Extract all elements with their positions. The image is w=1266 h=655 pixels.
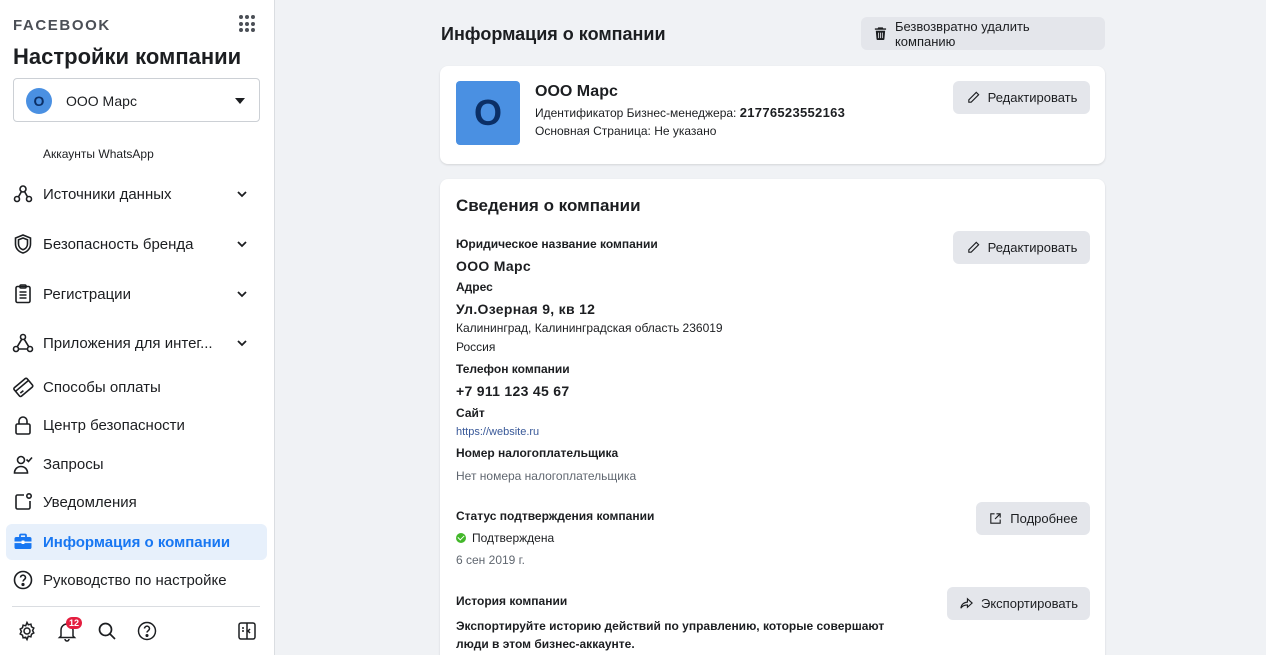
- tax-number-value: Нет номера налогоплательщика: [456, 469, 637, 483]
- edit-label: Редактировать: [987, 240, 1078, 255]
- edit-label: Редактировать: [987, 90, 1078, 105]
- legal-name-label: Юридическое название компании: [456, 237, 658, 251]
- address-line-2: Калининград, Калининградская область 236…: [456, 321, 723, 335]
- facebook-brand: FACEBOOK: [13, 17, 111, 34]
- caret-down-icon: [235, 98, 245, 104]
- details-title: Сведения о компании: [456, 196, 641, 215]
- sidebar-item-label: Информация о компании: [43, 534, 231, 551]
- sidebar-item-label: Способы оплаты: [43, 379, 161, 396]
- sidebar-bottom-bar: [0, 612, 275, 652]
- bm-id-value: 21776523552163: [739, 105, 846, 120]
- phone-label: Телефон компании: [456, 362, 570, 376]
- company-history-text-2: люди в этом бизнес-аккаунте.: [456, 637, 635, 651]
- sidebar-item-setup-guide[interactable]: Руководство по настройке: [6, 562, 267, 598]
- briefcase-icon: [14, 533, 32, 549]
- primary-page: Основная Страница: Не указано: [535, 124, 717, 138]
- page-title: Информация о компании: [441, 24, 666, 44]
- app-grid-icon[interactable]: [239, 15, 257, 33]
- edit-details-button[interactable]: Редактировать: [953, 231, 1090, 264]
- sidebar-item-label: Уведомления: [43, 494, 137, 511]
- company-logo: О: [456, 81, 520, 145]
- credit-card-icon: [13, 377, 34, 398]
- chevron-down-icon: [237, 340, 247, 347]
- sidebar-item-brand-safety[interactable]: Безопасность бренда: [6, 226, 267, 262]
- export-history-button[interactable]: Экспортировать: [947, 587, 1090, 620]
- business-manager-id: Идентификатор Бизнес-менеджера: 21776523…: [535, 105, 845, 120]
- account-avatar: О: [26, 88, 52, 114]
- trash-icon: [874, 27, 887, 41]
- notifications-badge: 12: [66, 617, 83, 629]
- clipboard-icon: [15, 284, 31, 304]
- business-account-select[interactable]: О ООО Марс: [13, 78, 260, 122]
- export-label: Экспортировать: [981, 596, 1078, 611]
- sidebar-item-payment-methods[interactable]: Способы оплаты: [6, 369, 267, 405]
- verification-status-text: Подтверждена: [472, 531, 555, 545]
- sidebar-item-label: Источники данных: [43, 186, 172, 203]
- sidebar-item-label: Безопасность бренда: [43, 236, 194, 253]
- search-icon[interactable]: [96, 620, 118, 642]
- delete-company-button[interactable]: Безвозвратно удалить компанию: [861, 17, 1105, 50]
- external-link-icon: [990, 513, 1002, 524]
- shield-icon: [14, 234, 32, 254]
- company-history-text-1: Экспортируйте историю действий по управл…: [456, 619, 885, 633]
- sidebar-item-label: Регистрации: [43, 286, 131, 303]
- company-history-label: История компании: [456, 594, 568, 608]
- verification-status: Подтверждена: [456, 531, 554, 545]
- collapse-panel-icon[interactable]: [236, 620, 258, 642]
- sidebar: FACEBOOK Настройки компании О ООО Марс А…: [0, 0, 275, 655]
- pencil-icon: [967, 91, 980, 103]
- company-name: ООО Марс: [535, 83, 618, 100]
- sidebar-item-data-sources[interactable]: Источники данных: [6, 176, 267, 212]
- sidebar-title: Настройки компании: [13, 44, 242, 69]
- question-circle-icon: [13, 570, 33, 590]
- sidebar-item-company-info[interactable]: Информация о компании: [6, 524, 267, 560]
- edit-company-button[interactable]: Редактировать: [953, 81, 1090, 114]
- sidebar-item-label: Руководство по настройке: [43, 572, 227, 589]
- tax-number-label: Номер налогоплательщика: [456, 446, 619, 460]
- help-icon[interactable]: [136, 620, 158, 642]
- address-label: Адрес: [456, 280, 493, 294]
- sidebar-item-requests[interactable]: Запросы: [6, 446, 267, 482]
- more-info-label: Подробнее: [1010, 511, 1078, 526]
- verification-date: 6 сен 2019 г.: [456, 553, 525, 567]
- notification-square-icon: [15, 492, 33, 510]
- pencil-icon: [967, 241, 980, 253]
- sidebar-subitem-whatsapp-accounts[interactable]: Аккаунты WhatsApp: [43, 147, 154, 161]
- data-sources-icon: [13, 185, 33, 203]
- verification-status-label: Статус подтверждения компании: [456, 509, 655, 523]
- sidebar-item-registrations[interactable]: Регистрации: [6, 276, 267, 312]
- sidebar-item-integrations[interactable]: Приложения для интег...: [6, 325, 267, 361]
- sidebar-item-security-center[interactable]: Центр безопасности: [6, 407, 267, 443]
- chevron-down-icon: [237, 291, 247, 298]
- company-details-card: Сведения о компании Редактировать Юридич…: [440, 179, 1105, 655]
- more-info-button[interactable]: Подробнее: [976, 502, 1090, 535]
- lock-icon: [15, 416, 31, 435]
- integrations-icon: [12, 333, 34, 353]
- site-link[interactable]: https://website.ru: [456, 426, 539, 438]
- account-name: ООО Марс: [66, 93, 137, 109]
- chevron-down-icon: [237, 191, 247, 198]
- phone-value: +7 911 123 45 67: [456, 383, 570, 399]
- address-line-1: Ул.Озерная 9, кв 12: [456, 301, 596, 317]
- legal-name-value: ООО Марс: [456, 258, 531, 274]
- sidebar-item-label: Центр безопасности: [43, 417, 185, 434]
- sidebar-item-notifications[interactable]: Уведомления: [6, 484, 267, 520]
- person-check-icon: [13, 455, 33, 474]
- gear-icon[interactable]: [16, 620, 38, 642]
- address-line-3: Россия: [456, 340, 496, 354]
- sidebar-item-label: Запросы: [43, 456, 104, 473]
- share-arrow-icon: [960, 597, 973, 609]
- sidebar-item-label: Приложения для интег...: [43, 335, 213, 352]
- check-circle-icon: [456, 533, 466, 543]
- chevron-down-icon: [237, 241, 247, 248]
- bm-id-label: Идентификатор Бизнес-менеджера:: [535, 106, 737, 120]
- sidebar-divider: [12, 606, 260, 607]
- company-card: О ООО Марс Идентификатор Бизнес-менеджер…: [440, 66, 1105, 164]
- site-label: Сайт: [456, 406, 485, 420]
- delete-company-label: Безвозвратно удалить компанию: [894, 18, 1030, 49]
